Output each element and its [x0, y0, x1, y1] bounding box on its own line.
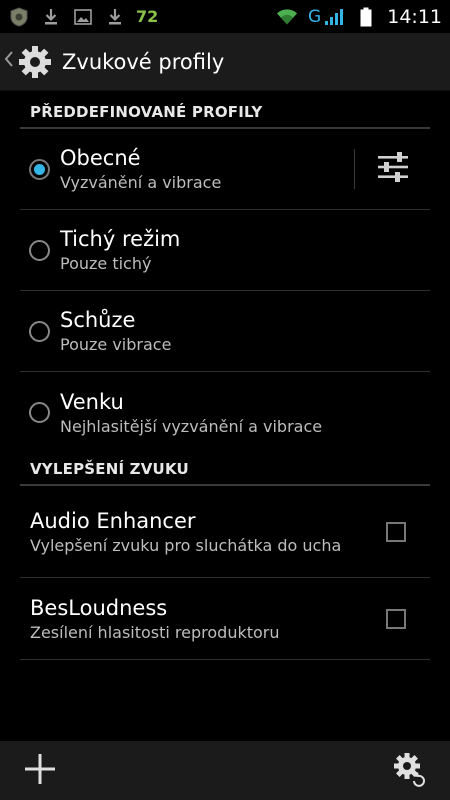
pref-title: BesLoudness	[30, 595, 168, 620]
preferences-list: PŘEDDEFINOVANÉ PROFILY Obecné Vyzvánění …	[0, 91, 450, 660]
besloudness-checkbox[interactable]	[386, 608, 406, 629]
back-chevron-icon[interactable]	[4, 51, 16, 72]
pref-summary: Zesílení hlasitosti reproduktoru	[30, 622, 280, 642]
plus-icon	[24, 753, 56, 789]
page-title: Zvukové profily	[62, 49, 225, 74]
profile-settings-button[interactable]	[354, 149, 430, 189]
clock: 14:11	[387, 5, 442, 28]
image-icon	[72, 6, 94, 28]
profile-title: Obecné	[60, 146, 141, 170]
audio-enhancer-checkbox[interactable]	[386, 521, 406, 542]
profile-row-meeting[interactable]: Schůze Pouze vibrace	[20, 291, 430, 372]
profile-radio[interactable]	[29, 402, 50, 423]
signal-icon	[323, 6, 345, 28]
profile-row-general[interactable]: Obecné Vyzvánění a vibrace	[20, 129, 430, 210]
pref-summary: Vylepšení zvuku pro sluchátka do ucha	[30, 535, 342, 555]
notification-count: 72	[136, 7, 159, 26]
status-bar: 72 G 14:11	[0, 0, 450, 33]
profile-summary: Nejhlasitější vyzvánění a vibrace	[60, 416, 323, 436]
action-bar: Zvukové profily	[0, 33, 450, 91]
profile-summary: Vyzvánění a vibrace	[60, 173, 222, 192]
wifi-icon	[276, 6, 298, 28]
profile-radio[interactable]	[29, 158, 50, 180]
profile-title: Tichý režim	[60, 227, 181, 251]
download-icon	[104, 6, 126, 28]
profile-row-silent[interactable]: Tichý režim Pouze tichý	[20, 210, 430, 291]
pref-row-besloudness[interactable]: BesLoudness Zesílení hlasitosti reproduk…	[20, 578, 430, 660]
section-header-profiles: PŘEDDEFINOVANÉ PROFILY	[20, 91, 430, 129]
section-header-enhancement: VYLEPŠENÍ ZVUKU	[20, 453, 430, 486]
bottom-action-bar	[0, 741, 450, 800]
profile-radio[interactable]	[29, 239, 50, 261]
profile-summary: Pouze tichý	[60, 254, 152, 273]
status-bar-system: G 14:11	[276, 6, 442, 28]
profile-title: Schůze	[60, 308, 136, 332]
shield-icon	[8, 6, 30, 28]
settings-gear-icon[interactable]	[16, 43, 54, 81]
pref-row-audio-enhancer[interactable]: Audio Enhancer Vylepšení zvuku pro sluch…	[20, 486, 430, 578]
status-bar-notifications: 72	[8, 6, 158, 28]
profile-row-outdoor[interactable]: Venku Nejhlasitější vyzvánění a vibrace	[20, 372, 430, 453]
add-profile-button[interactable]	[22, 753, 58, 789]
download-icon	[40, 6, 62, 28]
pref-title: Audio Enhancer	[30, 508, 196, 533]
reset-settings-button[interactable]	[392, 751, 428, 791]
battery-icon	[355, 6, 377, 28]
profile-summary: Pouze vibrace	[60, 335, 172, 354]
sliders-icon	[376, 152, 410, 186]
gear-reset-icon	[392, 751, 428, 791]
profile-radio[interactable]	[29, 320, 50, 342]
profile-title: Venku	[60, 389, 124, 414]
network-type-label: G	[308, 6, 322, 27]
